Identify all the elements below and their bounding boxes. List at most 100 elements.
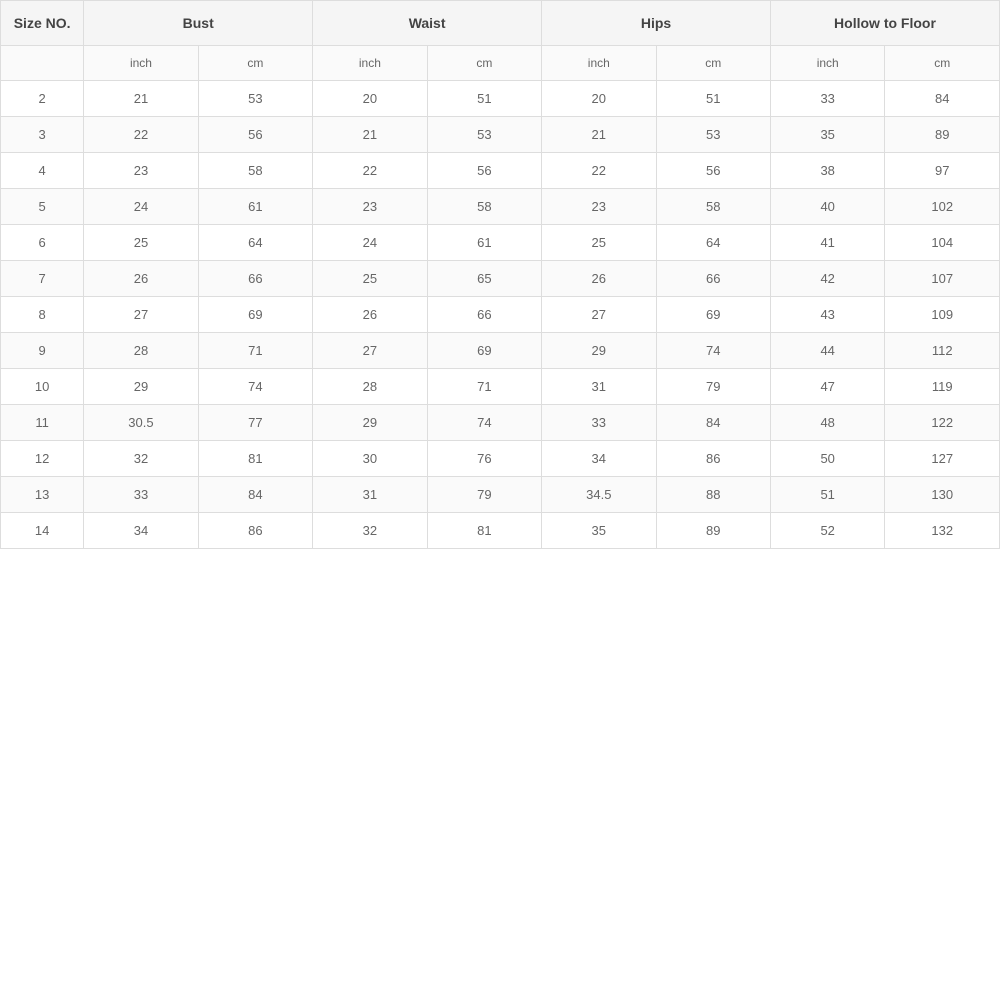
size-no-cell: 11 <box>1 405 84 441</box>
htf-cm-cell: 102 <box>885 189 1000 225</box>
hips-inch-cell: 29 <box>542 333 656 369</box>
bust-cm-cell: 71 <box>198 333 312 369</box>
waist-inch-cell: 32 <box>313 513 427 549</box>
bust-header: Bust <box>84 1 313 46</box>
table-row: 625642461256441104 <box>1 225 1000 261</box>
htf-header: Hollow to Floor <box>770 1 999 46</box>
hips-cm-cell: 53 <box>656 117 770 153</box>
hips-inch-cell: 35 <box>542 513 656 549</box>
size-no-cell: 6 <box>1 225 84 261</box>
hips-cm-cell: 58 <box>656 189 770 225</box>
bust-cm-cell: 61 <box>198 189 312 225</box>
htf-inch-cell: 51 <box>770 477 884 513</box>
bust-cm-cell: 69 <box>198 297 312 333</box>
htf-cm-cell: 109 <box>885 297 1000 333</box>
bust-inch-cell: 22 <box>84 117 198 153</box>
table-row: 1130.5772974338448122 <box>1 405 1000 441</box>
htf-inch-cell: 42 <box>770 261 884 297</box>
size-no-cell: 2 <box>1 81 84 117</box>
bust-cm-cell: 74 <box>198 369 312 405</box>
htf-cm-cell: 119 <box>885 369 1000 405</box>
htf-cm-cell: 130 <box>885 477 1000 513</box>
bust-cm-cell: 53 <box>198 81 312 117</box>
hips-cm-cell: 56 <box>656 153 770 189</box>
table-row: 1434863281358952132 <box>1 513 1000 549</box>
htf-inch-cell: 52 <box>770 513 884 549</box>
size-no-cell: 3 <box>1 117 84 153</box>
bust-inch-cell: 28 <box>84 333 198 369</box>
hips-inch-cell: 34.5 <box>542 477 656 513</box>
htf-cm-cell: 84 <box>885 81 1000 117</box>
size-no-cell: 4 <box>1 153 84 189</box>
size-no-cell: 13 <box>1 477 84 513</box>
size-no-cell: 8 <box>1 297 84 333</box>
waist-header: Waist <box>313 1 542 46</box>
hips-inch-cell: 21 <box>542 117 656 153</box>
size-no-cell: 7 <box>1 261 84 297</box>
bust-cm-cell: 58 <box>198 153 312 189</box>
waist-cm-cell: 51 <box>427 81 541 117</box>
htf-inch-cell: 43 <box>770 297 884 333</box>
hips-header: Hips <box>542 1 771 46</box>
waist-inch-cell: 22 <box>313 153 427 189</box>
table-row: 726662565266642107 <box>1 261 1000 297</box>
htf-inch-cell: 44 <box>770 333 884 369</box>
hips-cm-cell: 69 <box>656 297 770 333</box>
waist-inch-sub: inch <box>313 46 427 81</box>
htf-inch-cell: 35 <box>770 117 884 153</box>
table-row: 133384317934.58851130 <box>1 477 1000 513</box>
hips-cm-cell: 64 <box>656 225 770 261</box>
bust-cm-cell: 86 <box>198 513 312 549</box>
main-header-row: Size NO. Bust Waist Hips Hollow to Floor <box>1 1 1000 46</box>
size-no-header: Size NO. <box>1 1 84 46</box>
table-row: 32256215321533589 <box>1 117 1000 153</box>
htf-cm-cell: 132 <box>885 513 1000 549</box>
bust-inch-cell: 33 <box>84 477 198 513</box>
bust-cm-cell: 81 <box>198 441 312 477</box>
waist-inch-cell: 31 <box>313 477 427 513</box>
hips-cm-cell: 89 <box>656 513 770 549</box>
hips-inch-cell: 22 <box>542 153 656 189</box>
htf-cm-cell: 89 <box>885 117 1000 153</box>
htf-cm-cell: 107 <box>885 261 1000 297</box>
waist-inch-cell: 24 <box>313 225 427 261</box>
bust-inch-cell: 27 <box>84 297 198 333</box>
bust-inch-cell: 26 <box>84 261 198 297</box>
htf-cm-cell: 104 <box>885 225 1000 261</box>
htf-inch-cell: 50 <box>770 441 884 477</box>
waist-cm-cell: 71 <box>427 369 541 405</box>
bust-cm-cell: 84 <box>198 477 312 513</box>
htf-cm-cell: 127 <box>885 441 1000 477</box>
hips-cm-sub: cm <box>656 46 770 81</box>
waist-cm-cell: 79 <box>427 477 541 513</box>
size-no-cell: 14 <box>1 513 84 549</box>
size-no-cell: 5 <box>1 189 84 225</box>
waist-cm-cell: 81 <box>427 513 541 549</box>
bust-inch-sub: inch <box>84 46 198 81</box>
waist-inch-cell: 29 <box>313 405 427 441</box>
htf-cm-cell: 97 <box>885 153 1000 189</box>
htf-inch-cell: 33 <box>770 81 884 117</box>
waist-cm-cell: 66 <box>427 297 541 333</box>
bust-inch-cell: 32 <box>84 441 198 477</box>
hips-inch-cell: 33 <box>542 405 656 441</box>
hips-inch-cell: 27 <box>542 297 656 333</box>
htf-inch-cell: 40 <box>770 189 884 225</box>
waist-inch-cell: 28 <box>313 369 427 405</box>
hips-cm-cell: 51 <box>656 81 770 117</box>
waist-inch-cell: 23 <box>313 189 427 225</box>
waist-cm-cell: 61 <box>427 225 541 261</box>
hips-cm-cell: 86 <box>656 441 770 477</box>
waist-cm-cell: 69 <box>427 333 541 369</box>
table-row: 928712769297444112 <box>1 333 1000 369</box>
size-no-cell: 10 <box>1 369 84 405</box>
htf-cm-sub: cm <box>885 46 1000 81</box>
size-no-cell: 12 <box>1 441 84 477</box>
hips-cm-cell: 79 <box>656 369 770 405</box>
hips-inch-cell: 31 <box>542 369 656 405</box>
waist-cm-cell: 65 <box>427 261 541 297</box>
waist-inch-cell: 30 <box>313 441 427 477</box>
bust-cm-cell: 77 <box>198 405 312 441</box>
table-row: 42358225622563897 <box>1 153 1000 189</box>
waist-cm-cell: 53 <box>427 117 541 153</box>
